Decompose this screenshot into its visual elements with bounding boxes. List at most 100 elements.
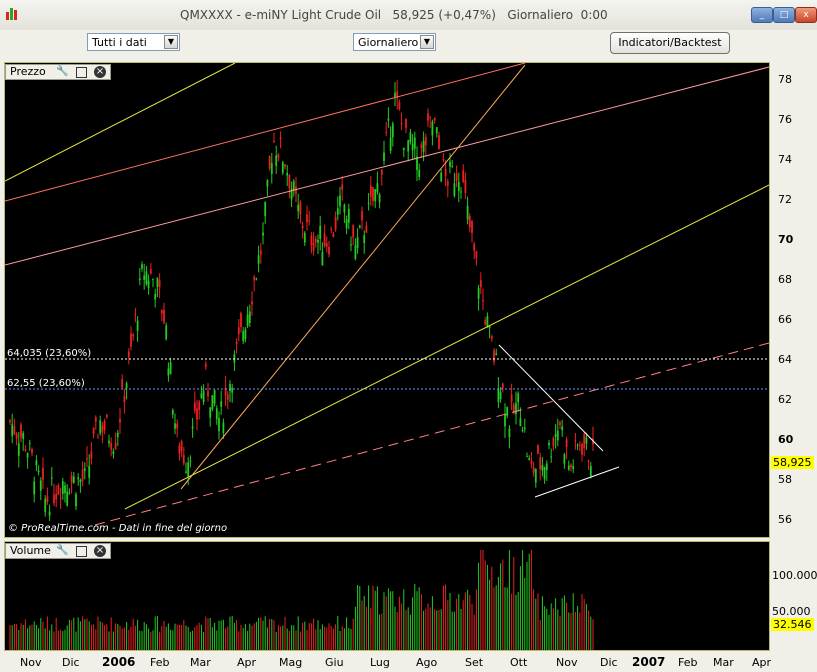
price-candle-body <box>585 437 588 444</box>
price-candle-body <box>253 276 256 281</box>
price-candle-body <box>204 363 207 368</box>
price-candle-body <box>570 464 572 468</box>
price-candle-body <box>90 451 93 459</box>
price-candle-body <box>233 354 236 363</box>
price-candle-body <box>284 164 286 167</box>
title-bar: QMXXXX - e-miNY Light Crude Oil 58,925 (… <box>0 0 817 31</box>
volume-chart[interactable] <box>5 542 769 650</box>
window-icon[interactable] <box>76 67 87 78</box>
price-candle-body <box>394 92 396 98</box>
trend-line[interactable] <box>124 184 769 510</box>
price-candle-body <box>435 127 438 134</box>
price-candle-body <box>13 426 16 435</box>
price-candle-body <box>11 424 14 437</box>
wrench-icon[interactable]: 🔧 <box>56 545 68 557</box>
price-chart-panel[interactable] <box>4 62 770 538</box>
price-candle-body <box>94 417 97 422</box>
close-icon[interactable]: × <box>94 545 106 557</box>
price-candle-body <box>114 442 117 450</box>
price-candle-body <box>561 426 564 431</box>
price-candle-body <box>506 407 509 416</box>
price-candle-body <box>515 403 517 415</box>
price-candle-body <box>486 316 489 328</box>
price-candle-body <box>303 232 306 243</box>
price-tick-label: 74 <box>778 153 792 166</box>
price-candle-body <box>565 439 568 448</box>
price-candle-body <box>22 432 25 440</box>
chevron-down-icon[interactable]: ▼ <box>164 35 178 49</box>
price-candle-body <box>523 427 526 430</box>
time-axis-label: Mar <box>713 656 734 669</box>
volume-chart-panel[interactable] <box>4 541 770 651</box>
price-candle-body <box>64 485 66 494</box>
price-candle-body <box>453 183 456 196</box>
price-candle-body <box>402 147 405 151</box>
period-select[interactable]: Giornaliero ▼ <box>353 33 436 51</box>
price-candle-body <box>398 102 401 109</box>
price-candle-body <box>574 440 577 442</box>
price-candle-body <box>589 466 592 476</box>
price-candle-body <box>578 444 581 446</box>
price-candle-body <box>44 498 47 513</box>
price-candle-body <box>92 427 95 434</box>
price-candle-body <box>464 179 467 194</box>
indicators-backtest-button[interactable]: Indicatori/Backtest <box>610 32 730 54</box>
price-candle-body <box>15 433 18 439</box>
price-candle-body <box>112 451 115 454</box>
price-candle-body <box>163 309 165 323</box>
range-select[interactable]: Tutti i dati ▼ <box>87 33 180 51</box>
price-candle-body <box>37 470 40 473</box>
price-candle-body <box>61 481 64 494</box>
price-candle-body <box>484 320 487 325</box>
price-candle-body <box>68 493 71 495</box>
price-candle-body <box>127 351 130 358</box>
time-axis-label: Giu <box>325 656 344 669</box>
price-candle-body <box>218 418 220 432</box>
price-candle-body <box>266 179 269 187</box>
price-candle-body <box>319 225 322 239</box>
wrench-icon[interactable]: 🔧 <box>56 66 68 78</box>
chevron-down-icon[interactable]: ▼ <box>420 35 434 49</box>
price-candle-body <box>185 471 187 473</box>
price-candle-body <box>141 264 143 269</box>
close-icon[interactable]: × <box>94 66 106 78</box>
trend-line[interactable] <box>5 63 526 202</box>
price-candle-body <box>444 168 447 177</box>
maximize-button[interactable]: □ <box>773 7 795 23</box>
trend-line[interactable] <box>534 466 620 498</box>
window-icon[interactable] <box>76 546 87 557</box>
price-candle-body <box>299 202 302 215</box>
price-candle-body <box>424 136 427 146</box>
price-candle-body <box>125 383 128 389</box>
minimize-button[interactable]: _ <box>751 7 773 23</box>
trend-line[interactable] <box>180 64 526 490</box>
price-candle-body <box>374 189 377 202</box>
price-candle-body <box>231 387 234 393</box>
price-candle-body <box>361 211 363 221</box>
price-tick-label: 66 <box>778 313 792 326</box>
price-candle-body <box>471 221 473 233</box>
price-candle-body <box>215 408 218 420</box>
price-candle-body <box>200 393 203 398</box>
trend-line[interactable] <box>5 63 236 182</box>
price-candle-body <box>499 392 502 400</box>
price-candle-body <box>572 466 575 470</box>
time-axis-label: Nov <box>20 656 42 669</box>
price-candle-body <box>440 172 443 182</box>
close-button[interactable]: x <box>795 7 817 23</box>
last-volume-value: 32.546 <box>771 618 814 631</box>
price-candle-body <box>446 181 449 186</box>
price-candle-body <box>350 244 352 246</box>
volume-panel-header: Volume 🔧 × <box>5 543 111 559</box>
trend-line[interactable] <box>94 342 769 526</box>
price-candle-body <box>165 325 168 340</box>
trend-line[interactable] <box>498 344 604 452</box>
price-candle-body <box>110 442 113 450</box>
price-candle-body <box>552 437 555 447</box>
price-candle-body <box>187 462 190 477</box>
price-candle-body <box>369 185 372 197</box>
price-tick-label: 76 <box>778 113 792 126</box>
price-chart[interactable] <box>5 63 769 537</box>
price-candle-body <box>222 422 225 433</box>
price-candle-body <box>493 350 495 363</box>
